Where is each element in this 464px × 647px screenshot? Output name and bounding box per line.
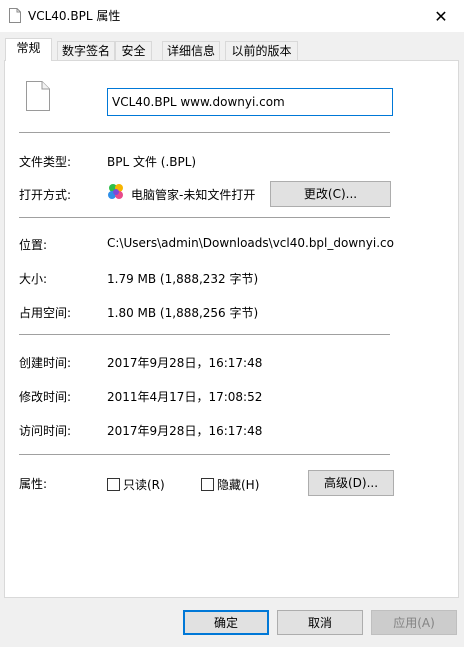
cancel-button[interactable]: 取消 xyxy=(277,610,363,635)
apply-button[interactable]: 应用(A) xyxy=(371,610,457,635)
tab-details[interactable]: 详细信息 xyxy=(162,41,220,60)
general-panel: 文件类型: BPL 文件 (.BPL) 打开方式: 电脑管家-未知文件打开 更改… xyxy=(4,60,459,598)
tab-security[interactable]: 安全 xyxy=(115,41,152,60)
accessed-label: 访问时间: xyxy=(19,424,72,438)
size-on-disk-label: 占用空间: xyxy=(19,306,72,320)
opens-with-label: 打开方式: xyxy=(19,188,72,202)
attributes-label: 属性: xyxy=(19,477,48,491)
file-type-icon xyxy=(26,81,50,111)
close-button[interactable]: ✕ xyxy=(418,0,464,32)
hidden-checkbox[interactable] xyxy=(201,478,214,491)
readonly-label[interactable]: 只读(R) xyxy=(123,476,165,493)
tab-previous-versions[interactable]: 以前的版本 xyxy=(225,41,298,60)
separator xyxy=(19,454,390,455)
change-button[interactable]: 更改(C)... xyxy=(270,181,391,207)
hidden-label[interactable]: 隐藏(H) xyxy=(217,476,259,493)
tab-digital-signatures[interactable]: 数字签名 xyxy=(57,41,115,60)
filename-input[interactable] xyxy=(107,88,393,116)
separator xyxy=(19,334,390,335)
file-type-label: 文件类型: xyxy=(19,155,72,169)
separator xyxy=(19,132,390,133)
window-title: VCL40.BPL 属性 xyxy=(28,9,121,23)
modified-label: 修改时间: xyxy=(19,390,72,404)
file-type-value: BPL 文件 (.BPL) xyxy=(107,155,197,169)
pc-manager-icon xyxy=(108,184,123,199)
close-icon[interactable]: ✕ xyxy=(434,7,447,26)
size-on-disk-value: 1.80 MB (1,888,256 字节) xyxy=(107,306,259,320)
modified-value: 2011年4月17日，17:08:52 xyxy=(107,390,263,404)
title-bar: VCL40.BPL 属性 ✕ xyxy=(0,0,464,32)
readonly-checkbox[interactable] xyxy=(107,478,120,491)
advanced-button[interactable]: 高级(D)... xyxy=(308,470,394,496)
size-label: 大小: xyxy=(19,272,48,286)
location-label: 位置: xyxy=(19,238,48,252)
accessed-value: 2017年9月28日，16:17:48 xyxy=(107,424,263,438)
tab-strip: 常规 数字签名 安全 详细信息 以前的版本 xyxy=(5,38,459,61)
file-icon xyxy=(9,8,21,23)
created-label: 创建时间: xyxy=(19,356,72,370)
separator xyxy=(19,217,390,218)
ok-button[interactable]: 确定 xyxy=(183,610,269,635)
created-value: 2017年9月28日，16:17:48 xyxy=(107,356,263,370)
location-value: C:\Users\admin\Downloads\vcl40.bpl_downy… xyxy=(107,236,395,250)
opens-with-value: 电脑管家-未知文件打开 xyxy=(131,188,256,202)
tab-general[interactable]: 常规 xyxy=(5,38,52,61)
size-value: 1.79 MB (1,888,232 字节) xyxy=(107,272,259,286)
